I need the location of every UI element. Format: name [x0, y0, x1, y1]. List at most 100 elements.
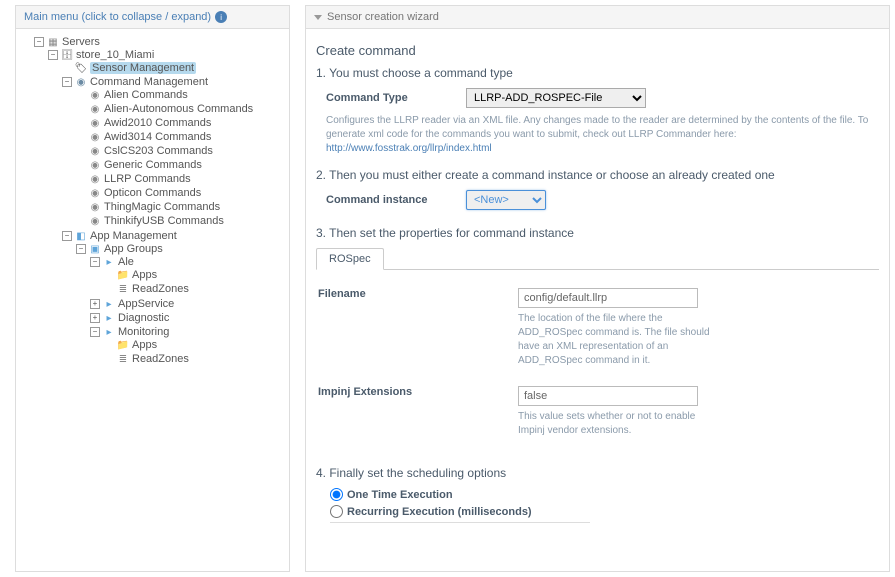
tree-csl-commands[interactable]: ◉CslCS203 Commands	[76, 145, 285, 157]
collapse-icon[interactable]: −	[62, 231, 72, 241]
wizard-panel: Sensor creation wizard Create command 1.…	[305, 5, 890, 572]
command-instance-select[interactable]: <New>	[466, 190, 546, 210]
tree-label: ThingMagic Commands	[104, 201, 220, 213]
sensor-icon: 🏷	[75, 62, 87, 74]
tree-servers[interactable]: − ▦ Servers	[34, 36, 285, 48]
caret-down-icon	[314, 15, 322, 20]
tree-monitoring-readzones[interactable]: ≣ReadZones	[104, 353, 285, 365]
collapse-icon[interactable]: −	[62, 77, 72, 87]
filename-desc: The location of the file where the ADD_R…	[518, 312, 718, 368]
tree-opticon-commands[interactable]: ◉Opticon Commands	[76, 187, 285, 199]
tree-label: Monitoring	[118, 326, 169, 338]
filename-label: Filename	[318, 288, 518, 368]
tree-label: Generic Commands	[104, 159, 202, 171]
tree-label: Awid3014 Commands	[104, 131, 211, 143]
command-type-label: Command Type	[326, 92, 446, 104]
radio-onetime-label: One Time Execution	[347, 489, 453, 501]
command-group-icon: ◉	[89, 201, 101, 213]
tree-sensor-management[interactable]: 🏷 Sensor Management	[62, 62, 285, 74]
expand-icon[interactable]: +	[90, 299, 100, 309]
tree-thinkify-commands[interactable]: ◉ThinkifyUSB Commands	[76, 215, 285, 227]
tree-monitoring-apps[interactable]: 📁Apps	[104, 339, 285, 351]
collapse-icon[interactable]: −	[90, 257, 100, 267]
prop-impinj: Impinj Extensions This value sets whethe…	[316, 386, 879, 438]
tree-awid2010-commands[interactable]: ◉Awid2010 Commands	[76, 117, 285, 129]
tree-label: Servers	[62, 36, 100, 48]
tree-ale-apps[interactable]: 📁Apps	[104, 269, 285, 281]
commands-icon: ◉	[75, 76, 87, 88]
expand-icon[interactable]: +	[90, 313, 100, 323]
readzones-icon: ≣	[117, 353, 129, 365]
folder-icon: ▸	[103, 312, 115, 324]
help-link[interactable]: http://www.fosstrak.org/llrp/index.html	[326, 143, 492, 154]
radio-recurring-row[interactable]: Recurring Execution (milliseconds)	[330, 505, 879, 518]
collapse-icon[interactable]: −	[90, 327, 100, 337]
step-4-title: 4. Finally set the scheduling options	[316, 466, 879, 480]
tree-ale-readzones[interactable]: ≣ReadZones	[104, 283, 285, 295]
tree-label-selected: Sensor Management	[90, 62, 196, 74]
tree-label: Alien-Autonomous Commands	[104, 103, 253, 115]
app-mgmt-icon: ◧	[75, 230, 87, 242]
main-menu-panel: Main menu (click to collapse / expand) i…	[15, 5, 290, 572]
tree-ale[interactable]: − ▸ Ale	[90, 256, 285, 268]
radio-recurring-label: Recurring Execution (milliseconds)	[347, 506, 532, 518]
tab-rospec[interactable]: ROSpec	[316, 248, 384, 270]
tree-label: AppService	[118, 298, 174, 310]
radio-onetime[interactable]	[330, 488, 343, 501]
impinj-label: Impinj Extensions	[318, 386, 518, 438]
tree-awid3014-commands[interactable]: ◉Awid3014 Commands	[76, 131, 285, 143]
tree-label: store_10_Miami	[76, 49, 154, 61]
command-group-icon: ◉	[89, 187, 101, 199]
tree-alien-autonomous-commands[interactable]: ◉Alien-Autonomous Commands	[76, 103, 285, 115]
folder-icon: ▸	[103, 256, 115, 268]
wizard-title: Create command	[316, 43, 879, 58]
tree-label: ReadZones	[132, 353, 189, 365]
command-group-icon: ◉	[89, 131, 101, 143]
tree-label: LLRP Commands	[104, 173, 191, 185]
command-group-icon: ◉	[89, 117, 101, 129]
folder-icon: ▸	[103, 298, 115, 310]
main-menu-title: Main menu (click to collapse / expand)	[24, 11, 211, 23]
wizard-body: Create command 1. You must choose a comm…	[306, 29, 889, 533]
tree-label: Command Management	[90, 76, 208, 88]
tree-label: Apps	[132, 269, 157, 281]
collapse-icon[interactable]: −	[76, 244, 86, 254]
tree-generic-commands[interactable]: ◉Generic Commands	[76, 159, 285, 171]
info-icon[interactable]: i	[215, 11, 227, 23]
command-group-icon: ◉	[89, 159, 101, 171]
servers-icon: ▦	[47, 36, 59, 48]
tree-label: Diagnostic	[118, 312, 169, 324]
tree-label: Opticon Commands	[104, 187, 201, 199]
wizard-header[interactable]: Sensor creation wizard	[306, 6, 889, 29]
tree-appservice[interactable]: +▸AppService	[90, 298, 285, 310]
folder-icon: ▸	[103, 326, 115, 338]
filename-input[interactable]	[518, 288, 698, 308]
command-instance-label: Command instance	[326, 194, 446, 206]
command-group-icon: ◉	[89, 145, 101, 157]
step-1-title: 1. You must choose a command type	[316, 66, 879, 80]
tree-monitoring[interactable]: − ▸ Monitoring	[90, 326, 285, 338]
tree-label: App Management	[90, 230, 177, 242]
main-menu-header[interactable]: Main menu (click to collapse / expand) i	[16, 6, 289, 29]
tree-diagnostic[interactable]: +▸Diagnostic	[90, 312, 285, 324]
command-type-select[interactable]: LLRP-ADD_ROSPEC-File	[466, 88, 646, 108]
radio-recurring[interactable]	[330, 505, 343, 518]
impinj-desc: This value sets whether or not to enable…	[518, 410, 718, 438]
prop-filename: Filename The location of the file where …	[316, 288, 879, 368]
step-2-title: 2. Then you must either create a command…	[316, 168, 879, 182]
tree-app-groups[interactable]: − ▣ App Groups	[76, 243, 285, 255]
tree-store[interactable]: − 🗄 store_10_Miami	[48, 49, 285, 61]
tree-label: ReadZones	[132, 283, 189, 295]
collapse-icon[interactable]: −	[48, 50, 58, 60]
tree-llrp-commands[interactable]: ◉LLRP Commands	[76, 173, 285, 185]
tree-app-management[interactable]: − ◧ App Management	[62, 230, 285, 242]
radio-onetime-row[interactable]: One Time Execution	[330, 488, 879, 501]
command-type-row: Command Type LLRP-ADD_ROSPEC-File	[316, 88, 879, 108]
tree-alien-commands[interactable]: ◉Alien Commands	[76, 89, 285, 101]
collapse-icon[interactable]: −	[34, 37, 44, 47]
tree-command-management[interactable]: − ◉ Command Management	[62, 76, 285, 88]
impinj-input[interactable]	[518, 386, 698, 406]
command-group-icon: ◉	[89, 103, 101, 115]
tree-thingmagic-commands[interactable]: ◉ThingMagic Commands	[76, 201, 285, 213]
tree-label: Alien Commands	[104, 89, 188, 101]
